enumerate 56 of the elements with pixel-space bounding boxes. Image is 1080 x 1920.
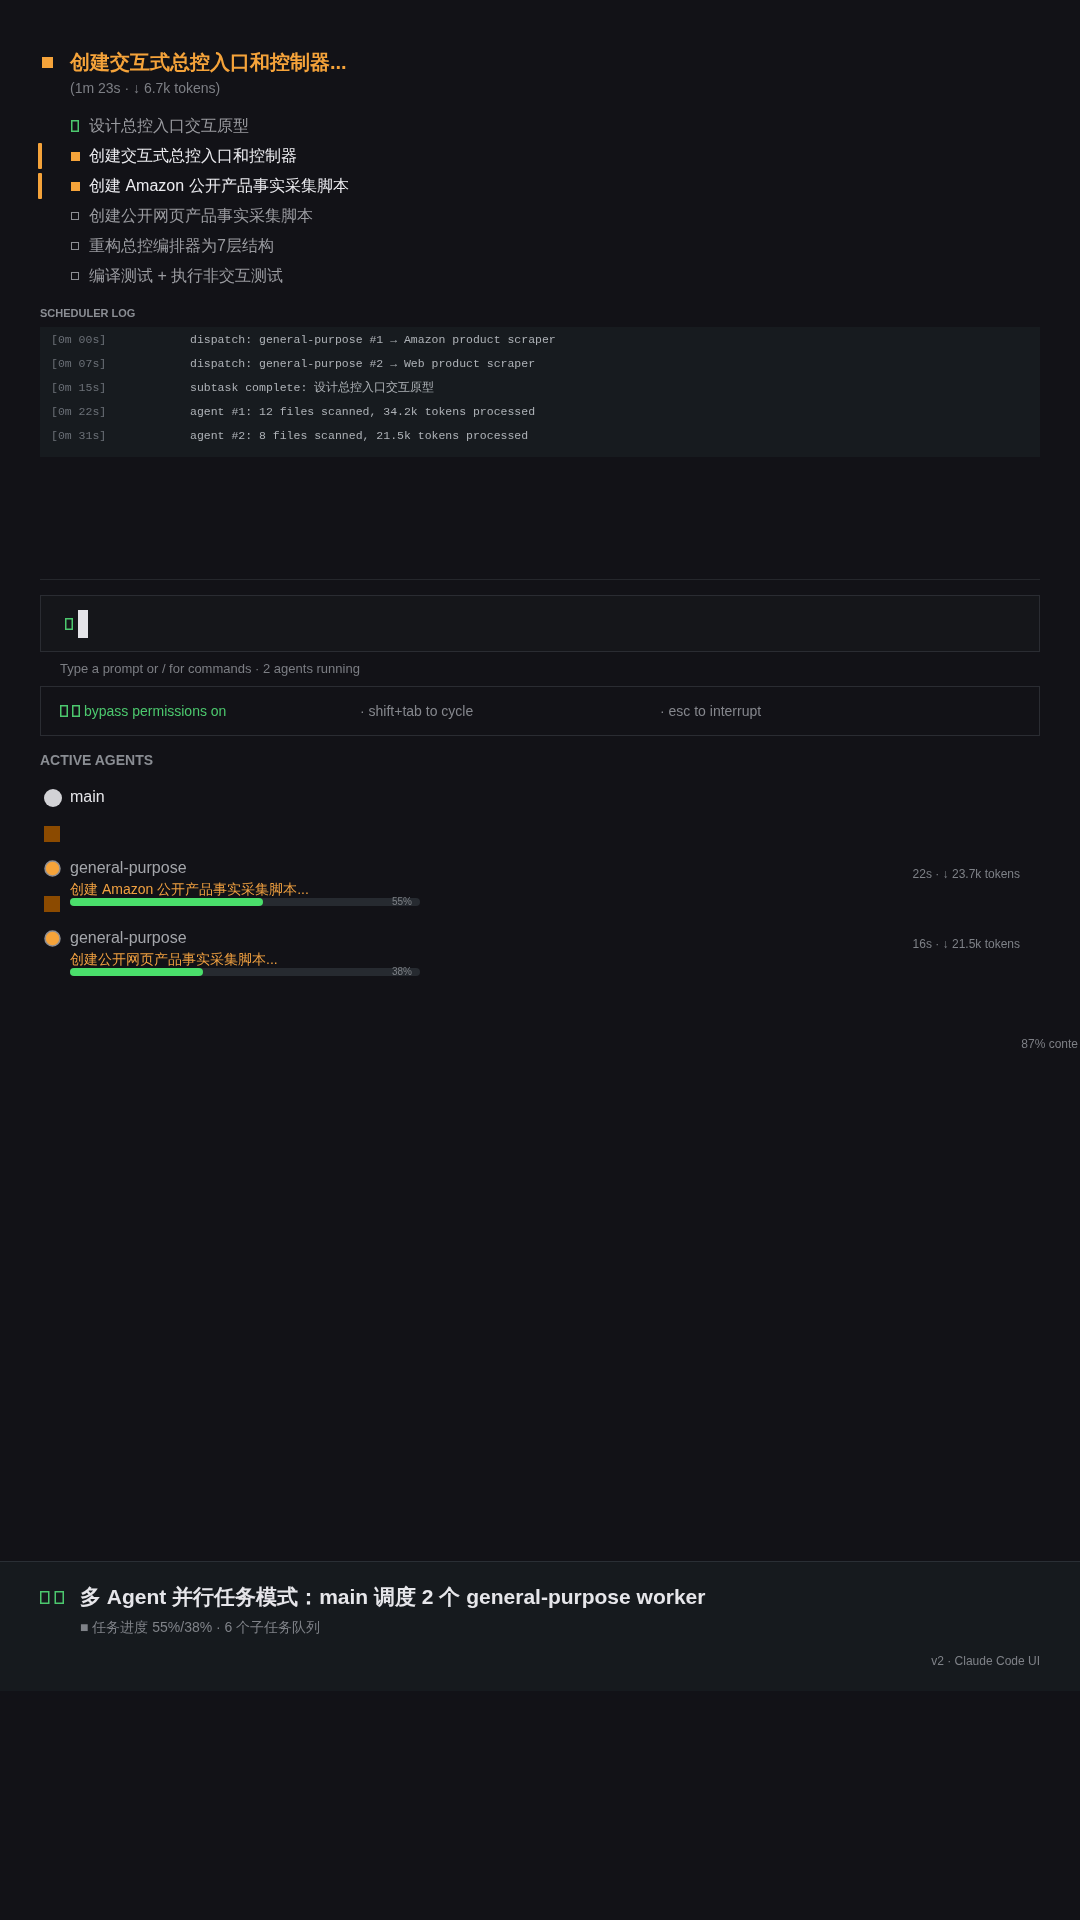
agent-task: 创建 Amazon 公开产品事实采集脚本... bbox=[70, 880, 309, 898]
subtask-label: 设计总控入口交互原型 bbox=[89, 116, 249, 136]
context-usage: 87% conte bbox=[1020, 1036, 1078, 1052]
version-label: v2 · Claude Code UI bbox=[930, 1653, 1040, 1669]
square-icon bbox=[44, 826, 60, 842]
log-message: subtask complete: 设计总控入口交互原型 bbox=[190, 379, 435, 395]
active-indicator-bar bbox=[38, 143, 42, 169]
footer-title: 多 Agent 并行任务模式：main 调度 2 个 general-purpose worker bbox=[80, 1584, 706, 1610]
agent-name: main bbox=[70, 787, 105, 807]
rectangle-pair-icon bbox=[40, 1590, 64, 1604]
status-dot-icon bbox=[44, 789, 62, 807]
section-heading: ACTIVE AGENTS bbox=[40, 751, 155, 769]
log-message: dispatch: general-purpose #2 → Web product scraper bbox=[190, 356, 536, 370]
active-indicator-bar bbox=[38, 173, 42, 199]
prompt-input[interactable] bbox=[40, 595, 1040, 652]
progress-percent: 55% bbox=[392, 897, 412, 907]
status-dot-icon bbox=[44, 860, 61, 877]
log-message: agent #2: 8 files scanned, 21.5k tokens processed bbox=[190, 428, 529, 442]
agent-name: general-purpose bbox=[70, 928, 187, 948]
rectangle-outline-icon bbox=[71, 120, 79, 132]
section-heading: SCHEDULER LOG bbox=[40, 306, 137, 320]
square-outline-icon bbox=[71, 212, 79, 220]
subtask-label: 创建 Amazon 公开产品事实采集脚本 bbox=[89, 176, 349, 196]
log-timestamp: [0m 31s] bbox=[50, 428, 108, 442]
progress-percent: 38% bbox=[392, 967, 412, 977]
log-timestamp: [0m 15s] bbox=[50, 380, 108, 394]
shortcut-hint: · shift+tab to cycle bbox=[360, 703, 475, 719]
rectangle-pair-icon bbox=[60, 705, 80, 717]
rectangle-outline-icon bbox=[65, 617, 73, 630]
agent-stats: 22s · ↓ 23.7k tokens bbox=[912, 866, 1021, 883]
log-message: agent #1: 12 files scanned, 34.2k tokens processed bbox=[190, 404, 536, 418]
agent-stats: 16s · ↓ 21.5k tokens bbox=[912, 936, 1021, 953]
subtask-label: 创建公开网页产品事实采集脚本 bbox=[89, 206, 313, 226]
shortcut-hint: · esc to interrupt bbox=[660, 703, 763, 719]
log-timestamp: [0m 00s] bbox=[50, 332, 108, 346]
square-icon bbox=[44, 896, 60, 912]
square-icon bbox=[42, 57, 53, 68]
mode-status-text: bypass permissions on bbox=[84, 703, 227, 719]
square-outline-icon bbox=[71, 272, 79, 280]
agent-task: 创建公开网页产品事实采集脚本... bbox=[70, 950, 278, 968]
square-icon bbox=[71, 151, 80, 161]
task-title: 创建交互式总控入口和控制器... bbox=[70, 50, 347, 75]
log-timestamp: [0m 07s] bbox=[50, 356, 108, 370]
prompt-hint: Type a prompt or / for commands · 2 agents running bbox=[59, 660, 361, 678]
subtask-label: 重构总控编排器为7层结构 bbox=[89, 236, 274, 256]
square-outline-icon bbox=[71, 242, 79, 250]
status-dot-icon bbox=[44, 930, 61, 947]
text-cursor bbox=[78, 609, 88, 638]
subtask-label: 编译测试 + 执行非交互测试 bbox=[89, 266, 284, 286]
square-icon bbox=[71, 181, 80, 191]
log-message: dispatch: general-purpose #1 → Amazon product scraper bbox=[190, 332, 556, 346]
subtask-label: 创建交互式总控入口和控制器 bbox=[89, 146, 297, 166]
task-meta: (1m 23s · ↓ 6.7k tokens) bbox=[70, 79, 222, 98]
footer-subtitle: ■ 任务进度 55%/38% · 6 个子任务队列 bbox=[79, 1618, 322, 1637]
log-timestamp: [0m 22s] bbox=[50, 404, 108, 418]
agent-name: general-purpose bbox=[70, 858, 187, 878]
